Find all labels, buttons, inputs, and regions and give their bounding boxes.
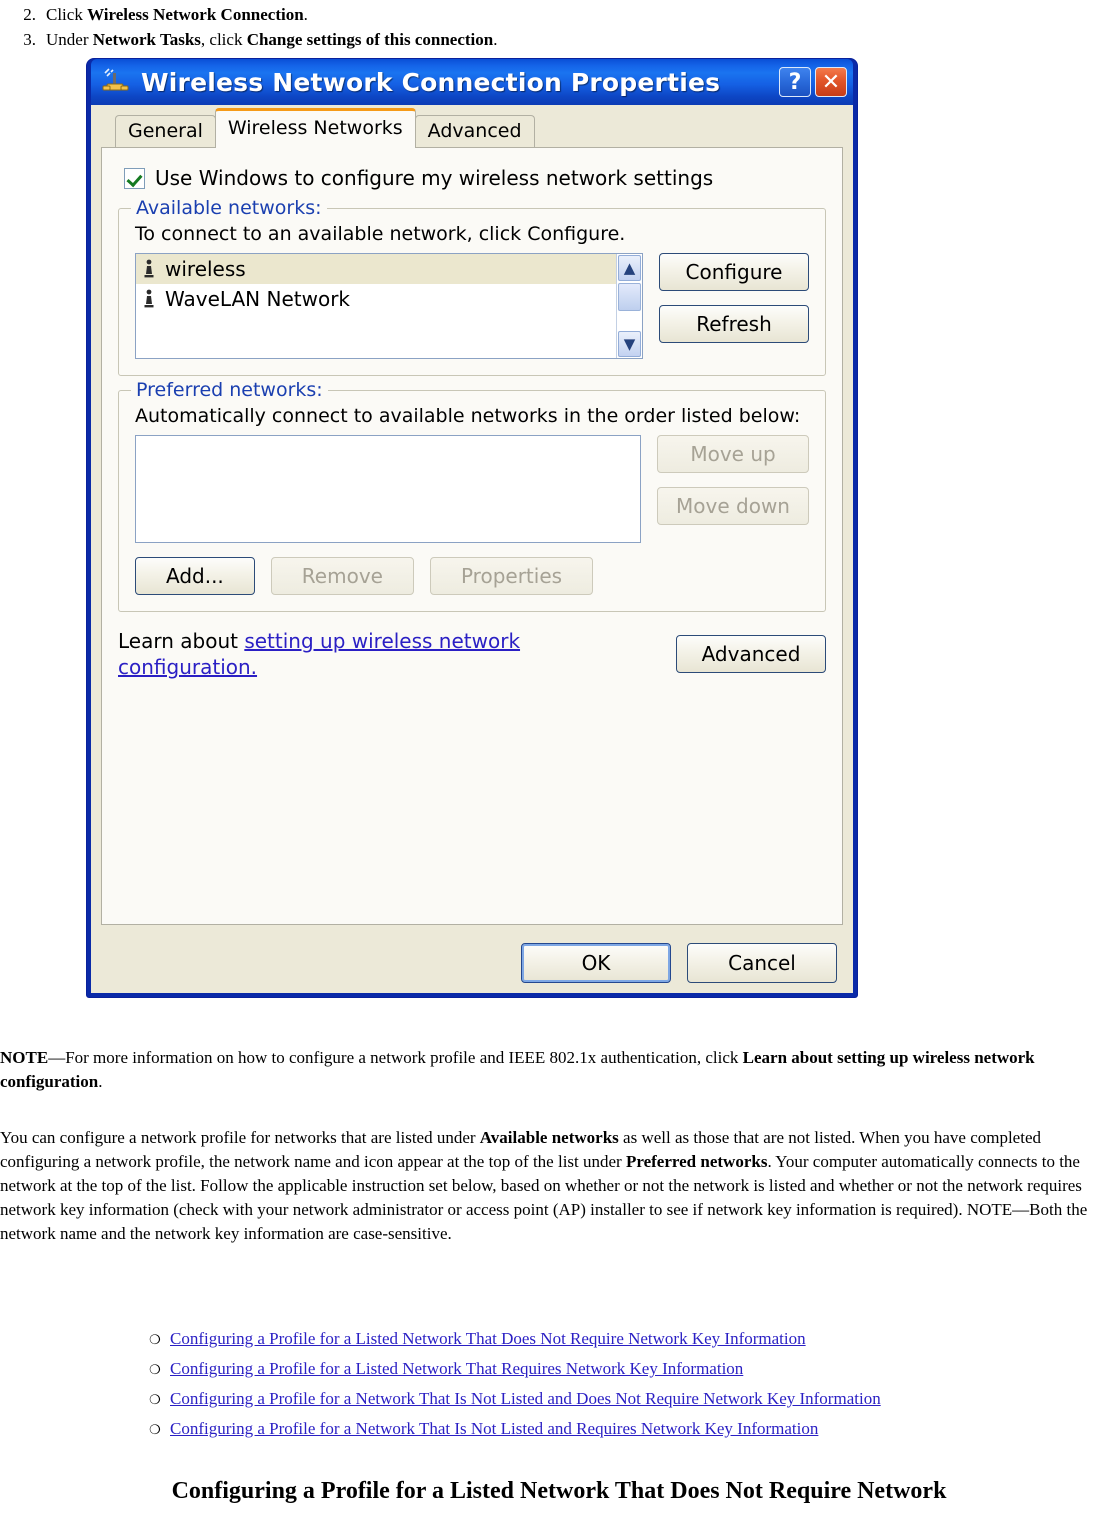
step-number: 3. (23, 30, 36, 49)
preferred-networks-listbox[interactable] (135, 435, 642, 543)
step-text-post: . (493, 30, 498, 49)
profile-link[interactable]: Configuring a Profile for a Listed Netwo… (170, 1325, 806, 1353)
use-windows-checkbox-label: Use Windows to configure my wireless net… (155, 166, 714, 190)
note-paragraph: NOTE—For more information on how to conf… (0, 1046, 1118, 1094)
step-text-post: . (303, 5, 308, 24)
refresh-button[interactable]: Refresh (659, 305, 809, 343)
step-text-bold: Network Tasks (92, 30, 201, 49)
use-windows-checkbox[interactable] (124, 167, 145, 189)
list-item-label: WaveLAN Network (165, 287, 350, 311)
network-tower-icon (142, 289, 156, 309)
step-text-pre: Under (46, 30, 93, 49)
circle-bullet-icon: ❍ (149, 1393, 161, 1408)
list-item: ❍ Configuring a Profile for a Listed Net… (140, 1325, 1118, 1355)
close-icon[interactable]: ✕ (815, 67, 847, 97)
dialog-footer: OK Cancel (521, 943, 837, 983)
list-item[interactable]: wireless (136, 254, 616, 284)
ok-button[interactable]: OK (521, 943, 671, 983)
list-item: ❍ Configuring a Profile for a Listed Net… (140, 1355, 1118, 1385)
available-networks-items: wireless WaveLAN Network (136, 254, 616, 358)
learn-about-row: Learn about setting up wireless network … (118, 628, 826, 680)
remove-button[interactable]: Remove (270, 557, 414, 595)
available-networks-buttons: Configure Refresh (659, 253, 809, 343)
tab-page-wireless-networks: Use Windows to configure my wireless net… (101, 147, 843, 925)
learn-about-text: Learn about setting up wireless network … (118, 628, 538, 680)
configure-button[interactable]: Configure (659, 253, 809, 291)
learn-about-prefix: Learn about (118, 629, 245, 653)
body-p1: You can configure a network profile for … (0, 1128, 480, 1147)
available-networks-row: wireless WaveLAN Network ▲ ▼ Configure R… (135, 253, 809, 359)
step-number: 2. (23, 5, 36, 24)
list-item-label: wireless (165, 257, 246, 281)
note-text: For more information on how to configure… (65, 1048, 743, 1067)
step-text-pre: Click (46, 5, 88, 24)
dialog-title-bar[interactable]: Wireless Network Connection Properties ?… (91, 59, 853, 105)
preferred-networks-bottom-buttons: Add... Remove Properties (135, 557, 809, 595)
body-b2: Preferred networks (625, 1152, 768, 1171)
move-up-button[interactable]: Move up (657, 435, 809, 473)
available-networks-hint: To connect to an available network, clic… (135, 223, 626, 245)
tab-wireless-networks[interactable]: Wireless Networks (214, 108, 416, 148)
cancel-button[interactable]: Cancel (687, 943, 837, 983)
available-networks-title: Available networks: (131, 197, 327, 219)
profile-link[interactable]: Configuring a Profile for a Listed Netwo… (170, 1355, 743, 1383)
wireless-network-icon (101, 67, 131, 97)
preferred-networks-side-buttons: Move up Move down (657, 435, 809, 525)
step-text-mid: , click (200, 30, 247, 49)
body-b1: Available networks (479, 1128, 619, 1147)
step-text: Click Wireless Network Connection. (46, 2, 1118, 27)
properties-button[interactable]: Properties (429, 557, 594, 595)
body-paragraph: You can configure a network profile for … (0, 1126, 1118, 1246)
step-text-bold2: Change settings of this connection (246, 30, 494, 49)
tab-strip: General Wireless Networks Advanced (101, 108, 843, 148)
step-item: 3. Under Network Tasks, click Change set… (0, 27, 1118, 52)
available-networks-group: Available networks: To connect to an ava… (118, 197, 826, 376)
use-windows-checkbox-row[interactable]: Use Windows to configure my wireless net… (124, 166, 826, 190)
dialog-body: General Wireless Networks Advanced Use W… (91, 105, 853, 993)
circle-bullet-icon: ❍ (149, 1363, 161, 1378)
profile-link[interactable]: Configuring a Profile for a Network That… (170, 1415, 818, 1443)
scroll-down-icon[interactable]: ▼ (618, 331, 641, 357)
title-bar-buttons: ? ✕ (779, 67, 847, 97)
move-down-button[interactable]: Move down (657, 487, 809, 525)
scroll-up-icon[interactable]: ▲ (618, 255, 641, 281)
tab-general[interactable]: General (115, 115, 216, 147)
circle-bullet-icon: ❍ (149, 1423, 161, 1438)
step-text-bold: Wireless Network Connection (87, 5, 304, 24)
wireless-network-connection-properties-dialog: Wireless Network Connection Properties ?… (86, 58, 858, 998)
step-item: 2. Click Wireless Network Connection. (0, 2, 1118, 27)
dialog-title: Wireless Network Connection Properties (141, 67, 721, 97)
list-item: ❍ Configuring a Profile for a Network Th… (140, 1385, 1118, 1415)
note-post: . (98, 1072, 103, 1091)
add-button[interactable]: Add... (135, 557, 255, 595)
note-label: NOTE (0, 1048, 49, 1067)
list-item[interactable]: WaveLAN Network (136, 284, 616, 314)
page-title: Configuring a Profile for a Listed Netwo… (171, 1478, 947, 1504)
tab-advanced[interactable]: Advanced (414, 115, 535, 147)
advanced-button[interactable]: Advanced (676, 635, 826, 673)
scrollbar-thumb[interactable] (618, 283, 641, 311)
profile-link[interactable]: Configuring a Profile for a Network That… (170, 1385, 881, 1413)
step-text: Under Network Tasks, click Change settin… (46, 27, 1118, 52)
circle-bullet-icon: ❍ (149, 1333, 161, 1348)
preferred-networks-group: Preferred networks: Automatically connec… (118, 379, 826, 612)
network-tower-icon (142, 259, 156, 279)
available-networks-listbox[interactable]: wireless WaveLAN Network ▲ ▼ (135, 253, 643, 359)
help-button[interactable]: ? (779, 67, 811, 97)
profile-links-list: ❍ Configuring a Profile for a Listed Net… (0, 1325, 1118, 1445)
preferred-networks-hint: Automatically connect to available netwo… (135, 405, 801, 427)
preferred-networks-row: Move up Move down (135, 435, 809, 543)
preferred-networks-title: Preferred networks: (131, 379, 328, 401)
scrollbar-track[interactable] (618, 313, 641, 331)
listbox-scrollbar[interactable]: ▲ ▼ (616, 254, 642, 358)
note-dash: — (48, 1048, 66, 1067)
list-item: ❍ Configuring a Profile for a Network Th… (140, 1415, 1118, 1445)
numbered-steps: 2. Click Wireless Network Connection. 3.… (0, 2, 1118, 52)
